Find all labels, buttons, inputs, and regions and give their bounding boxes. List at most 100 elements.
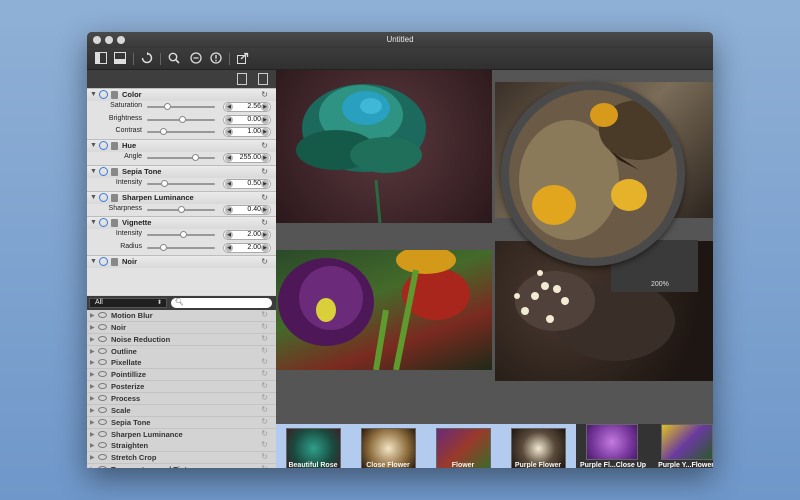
rotate-icon[interactable] xyxy=(140,52,154,66)
disclosure-triangle-icon[interactable]: ▼ xyxy=(90,194,97,201)
magnifier-loupe[interactable] xyxy=(501,82,685,266)
reset-icon[interactable]: ↻ xyxy=(261,440,268,449)
trash-icon[interactable] xyxy=(111,167,118,176)
decrement-arrow-icon[interactable]: ◀ xyxy=(225,205,233,214)
disclosure-triangle-icon[interactable]: ▶ xyxy=(90,336,95,343)
parameter-stepper[interactable]: ◀ 255.00 ▶ xyxy=(223,153,271,164)
effect-header[interactable]: ▼ Sepia Tone ↻ xyxy=(87,164,276,178)
disclosure-triangle-icon[interactable]: ▼ xyxy=(90,258,97,265)
filter-list-item[interactable]: ▶ Noise Reduction ↻ xyxy=(87,333,276,346)
slider-knob[interactable] xyxy=(160,128,167,136)
increment-arrow-icon[interactable]: ▶ xyxy=(261,115,269,124)
reset-icon[interactable]: ↻ xyxy=(261,417,268,426)
reset-icon[interactable]: ↻ xyxy=(261,357,268,366)
reset-icon[interactable]: ↻ xyxy=(261,334,268,343)
parameter-value[interactable]: 2.56 xyxy=(234,103,261,111)
disclosure-triangle-icon[interactable]: ▼ xyxy=(90,142,97,149)
filter-list-item[interactable]: ▶ Process ↻ xyxy=(87,392,276,405)
increment-arrow-icon[interactable]: ▶ xyxy=(261,103,269,111)
reset-icon[interactable]: ↻ xyxy=(261,393,268,402)
parameter-stepper[interactable]: ◀ 2.56 ▶ xyxy=(223,102,271,112)
disclosure-triangle-icon[interactable]: ▼ xyxy=(90,168,97,175)
power-icon[interactable] xyxy=(99,192,108,202)
effect-header[interactable]: ▼ Sharpen Luminance ↻ xyxy=(87,190,276,204)
close-window-button[interactable] xyxy=(93,36,101,44)
slider-knob[interactable] xyxy=(164,103,171,110)
parameter-stepper[interactable]: ◀ 0.00 ▶ xyxy=(223,114,271,125)
sidebar-toggle-icon[interactable] xyxy=(94,52,108,66)
slider-knob[interactable] xyxy=(178,205,185,213)
disclosure-triangle-icon[interactable]: ▶ xyxy=(90,419,95,426)
reset-icon[interactable]: ↻ xyxy=(261,346,268,355)
disclosure-triangle-icon[interactable]: ▶ xyxy=(90,442,95,449)
reset-icon[interactable]: ↻ xyxy=(261,90,268,99)
filter-list-item[interactable]: ▶ Scale ↻ xyxy=(87,404,276,417)
disclosure-triangle-icon[interactable]: ▶ xyxy=(90,431,95,438)
filter-list-item[interactable]: ▶ Sharpen Luminance ↻ xyxy=(87,428,276,441)
filter-list-item[interactable]: ▶ Noir ↻ xyxy=(87,321,276,334)
eye-icon[interactable] xyxy=(98,430,107,437)
decrement-arrow-icon[interactable]: ◀ xyxy=(225,231,233,240)
trash-icon[interactable] xyxy=(111,142,118,151)
parameter-slider[interactable] xyxy=(147,182,215,185)
parameter-stepper[interactable]: ◀ 0.40 ▶ xyxy=(223,204,271,215)
power-icon[interactable] xyxy=(99,141,108,151)
filter-search-input[interactable] xyxy=(183,298,268,307)
reset-icon[interactable]: ↻ xyxy=(261,218,268,227)
disclosure-triangle-icon[interactable]: ▶ xyxy=(90,454,95,461)
zoom-icon[interactable] xyxy=(167,52,181,66)
eye-icon[interactable] xyxy=(98,312,107,318)
add-preset-icon[interactable] xyxy=(237,73,247,85)
filter-list-item[interactable]: ▶ Stretch Crop ↻ xyxy=(87,452,276,465)
eye-icon[interactable] xyxy=(98,347,107,354)
increment-arrow-icon[interactable]: ▶ xyxy=(261,128,269,137)
disclosure-triangle-icon[interactable]: ▶ xyxy=(90,371,95,378)
decrement-arrow-icon[interactable]: ◀ xyxy=(225,115,233,124)
disclosure-triangle-icon[interactable]: ▶ xyxy=(90,324,95,331)
trash-icon[interactable] xyxy=(111,257,118,266)
zoom-out-icon[interactable] xyxy=(189,52,203,66)
effect-header[interactable]: ▼ Noir ↻ xyxy=(87,254,276,268)
decrement-arrow-icon[interactable]: ◀ xyxy=(225,128,233,137)
reset-icon[interactable]: ↻ xyxy=(261,369,268,378)
decrement-arrow-icon[interactable]: ◀ xyxy=(225,179,233,188)
disclosure-triangle-icon[interactable]: ▶ xyxy=(90,312,95,319)
thumbnail-image[interactable] xyxy=(586,424,638,460)
slider-knob[interactable] xyxy=(192,154,199,162)
info-icon[interactable] xyxy=(209,52,223,66)
power-icon[interactable] xyxy=(99,166,108,176)
decrement-arrow-icon[interactable]: ◀ xyxy=(225,103,233,111)
increment-arrow-icon[interactable]: ▶ xyxy=(261,205,269,214)
eye-icon[interactable] xyxy=(98,418,107,425)
parameter-slider[interactable] xyxy=(147,106,215,108)
slider-knob[interactable] xyxy=(179,115,186,123)
disclosure-triangle-icon[interactable]: ▶ xyxy=(90,348,95,355)
parameter-stepper[interactable]: ◀ 2.00 ▶ xyxy=(223,242,271,253)
increment-arrow-icon[interactable]: ▶ xyxy=(261,179,269,188)
parameter-stepper[interactable]: ◀ 0.50 ▶ xyxy=(223,178,271,189)
trash-icon[interactable] xyxy=(111,91,118,99)
trash-icon[interactable] xyxy=(111,193,118,202)
reset-icon[interactable]: ↻ xyxy=(261,193,268,202)
filter-search[interactable]: 🔍︎ xyxy=(171,298,272,308)
disclosure-triangle-icon[interactable]: ▼ xyxy=(90,91,97,98)
reset-icon[interactable]: ↻ xyxy=(261,141,268,150)
share-icon[interactable] xyxy=(236,52,250,66)
photo-flower[interactable] xyxy=(276,250,492,370)
eye-icon[interactable] xyxy=(98,442,107,449)
reset-icon[interactable]: ↻ xyxy=(261,429,268,438)
thumbnail-image[interactable] xyxy=(661,424,713,460)
category-select[interactable]: All ⬍ xyxy=(89,298,167,308)
filter-list-item[interactable]: ▶ Sepia Tone ↻ xyxy=(87,416,276,429)
parameter-stepper[interactable]: ◀ 1.00 ▶ xyxy=(223,127,271,138)
filter-list-item[interactable]: ▶ Posterize ↻ xyxy=(87,381,276,394)
slider-knob[interactable] xyxy=(180,231,187,239)
reset-icon[interactable]: ↻ xyxy=(261,322,268,331)
eye-icon[interactable] xyxy=(98,454,107,461)
parameter-value[interactable]: 2.00 xyxy=(234,244,261,252)
decrement-arrow-icon[interactable]: ◀ xyxy=(225,154,233,163)
parameter-value[interactable]: 1.00 xyxy=(234,128,261,136)
parameter-value[interactable]: 255.00 xyxy=(234,154,261,162)
reset-icon[interactable]: ↻ xyxy=(261,257,268,266)
filter-list-item[interactable]: ▶ Straighten ↻ xyxy=(87,440,276,453)
